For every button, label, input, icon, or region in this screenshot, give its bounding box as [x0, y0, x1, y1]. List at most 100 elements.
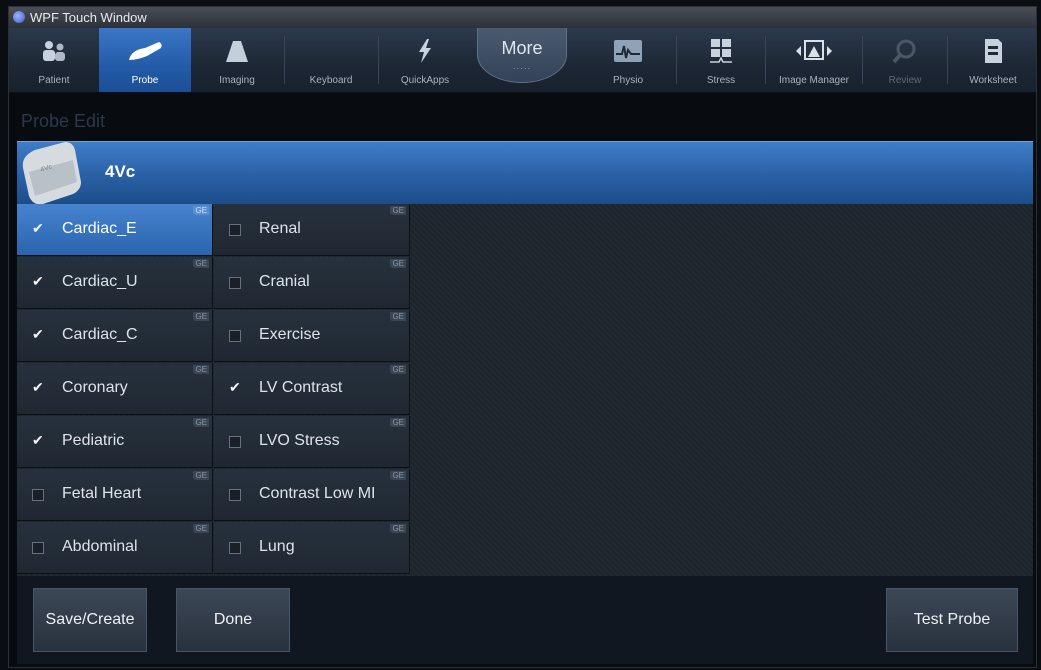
preset-item[interactable]: Fetal Heart GE	[17, 469, 213, 521]
ge-badge: GE	[193, 471, 209, 480]
ge-badge: GE	[193, 206, 209, 215]
preset-grid: Cardiac_EGECardiac_UGECardiac_CGECoronar…	[17, 204, 1033, 576]
preset-label: Coronary	[62, 379, 128, 396]
touch-window: WPF Touch Window Patient Probe Imaging K…	[8, 6, 1037, 668]
window-title: WPF Touch Window	[30, 10, 147, 25]
toolbar-label: Image Manager	[778, 75, 850, 86]
ge-badge: GE	[193, 259, 209, 268]
preset-checkbox[interactable]	[229, 379, 241, 396]
preset-checkbox[interactable]	[32, 220, 44, 237]
ge-badge: GE	[390, 418, 406, 427]
more-dots: ·····	[512, 64, 532, 73]
preset-item[interactable]: Coronary GE	[17, 363, 213, 415]
ge-badge: GE	[390, 206, 406, 215]
preset-checkbox[interactable]	[32, 273, 44, 290]
preset-label: Exercise	[259, 326, 321, 343]
preset-checkbox[interactable]	[229, 224, 241, 236]
preset-label: Contrast Low MI	[259, 485, 376, 502]
lightning-icon	[419, 39, 431, 63]
ge-badge: GE	[390, 471, 406, 480]
preset-label: Cardiac_U	[62, 273, 138, 290]
ge-badge: GE	[193, 365, 209, 374]
preset-label: Abdominal	[62, 538, 138, 555]
toolbar-label: QuickApps	[400, 75, 450, 86]
preset-label: Pediatric	[62, 432, 125, 449]
title-bar: WPF Touch Window	[9, 7, 1036, 28]
preset-label: Cardiac_C	[62, 326, 138, 343]
preset-item[interactable]: Contrast Low MI GE	[214, 469, 410, 521]
done-button[interactable]: Done	[176, 588, 290, 652]
action-bar: Save/Create Done Test Probe	[17, 576, 1033, 664]
preset-checkbox[interactable]	[229, 277, 241, 289]
preset-item[interactable]: Exercise GE	[214, 310, 410, 362]
ecg-icon	[614, 40, 642, 62]
toolbar-button-keyboard[interactable]: Keyboard	[285, 28, 377, 92]
image-manager-icon	[796, 40, 832, 60]
preset-label: LV Contrast	[259, 379, 343, 396]
preset-checkbox[interactable]	[32, 542, 44, 554]
preset-checkbox[interactable]	[229, 542, 241, 554]
test-probe-button[interactable]: Test Probe	[886, 588, 1018, 652]
preset-item[interactable]: Pediatric GE	[17, 416, 213, 468]
stress-grid-icon	[710, 39, 732, 63]
preset-checkbox[interactable]	[32, 489, 44, 501]
probe-name: 4Vc	[105, 162, 136, 181]
preset-checkbox[interactable]	[32, 379, 44, 396]
preset-item[interactable]: Abdominal GE	[17, 522, 213, 574]
toolbar-label: Review	[888, 75, 922, 86]
toolbar-button-imaging[interactable]: Imaging	[191, 28, 283, 92]
probe-head-icon: 4Vc	[22, 142, 81, 205]
preset-item[interactable]: LVO Stress GE	[214, 416, 410, 468]
toolbar-label: Physio	[612, 75, 643, 86]
preset-item[interactable]: LV Contrast GE	[214, 363, 410, 415]
preset-checkbox[interactable]	[229, 489, 241, 501]
magnifier-icon	[892, 39, 916, 64]
preset-label: LVO Stress	[259, 432, 340, 449]
preset-checkbox[interactable]	[32, 326, 44, 343]
more-button[interactable]: More ·····	[477, 28, 567, 83]
probe-icon	[129, 42, 162, 60]
ge-badge: GE	[390, 524, 406, 533]
toolbar-button-worksheet[interactable]: Worksheet	[948, 28, 1036, 92]
toolbar-button-stress[interactable]: Stress	[677, 28, 765, 92]
toolbar-label: Probe	[131, 75, 159, 86]
imaging-icon	[226, 41, 248, 62]
save-create-button[interactable]: Save/Create	[33, 588, 147, 652]
worksheet-icon	[985, 39, 1002, 63]
toolbar-button-patient[interactable]: Patient	[9, 28, 99, 92]
preset-item[interactable]: Cardiac_C GE	[17, 310, 213, 362]
page-title: Probe Edit	[21, 111, 106, 131]
preset-checkbox[interactable]	[229, 436, 241, 448]
preset-item[interactable]: Renal GE	[214, 204, 410, 256]
toolbar-button-review[interactable]: Review	[863, 28, 947, 92]
ge-badge: GE	[390, 365, 406, 374]
preset-item[interactable]: Lung GE	[214, 522, 410, 574]
probe-header: 4Vc 4Vc	[17, 141, 1033, 205]
patient-icon	[43, 41, 65, 61]
preset-checkbox[interactable]	[229, 330, 241, 342]
toolbar-button-image-manager[interactable]: Image Manager	[766, 28, 862, 92]
preset-label: Renal	[259, 220, 301, 237]
preset-item[interactable]: Cardiac_E GE	[17, 204, 213, 256]
preset-label: Lung	[259, 538, 295, 555]
toolbar-button-probe[interactable]: Probe	[99, 28, 191, 92]
toolbar-label: Stress	[706, 75, 736, 86]
ge-badge: GE	[390, 312, 406, 321]
preset-label: Cranial	[259, 273, 310, 290]
more-label: More	[501, 38, 543, 58]
ge-badge: GE	[193, 524, 209, 533]
preset-checkbox[interactable]	[32, 432, 44, 449]
toolbar-label: Patient	[38, 75, 70, 86]
toolbar-button-quickapps[interactable]: QuickApps	[379, 28, 471, 92]
toolbar-button-physio[interactable]: Physio	[579, 28, 677, 92]
preset-item[interactable]: Cardiac_U GE	[17, 257, 213, 309]
toolbar-label: Keyboard	[309, 75, 353, 86]
ge-badge: GE	[193, 418, 209, 427]
preset-label: Fetal Heart	[62, 485, 142, 502]
preset-label: Cardiac_E	[62, 220, 137, 237]
toolbar-label: Worksheet	[969, 75, 1017, 86]
preset-item[interactable]: Cranial GE	[214, 257, 410, 309]
toolbar-label: Imaging	[219, 75, 255, 86]
ge-badge: GE	[390, 259, 406, 268]
ge-badge: GE	[193, 312, 209, 321]
